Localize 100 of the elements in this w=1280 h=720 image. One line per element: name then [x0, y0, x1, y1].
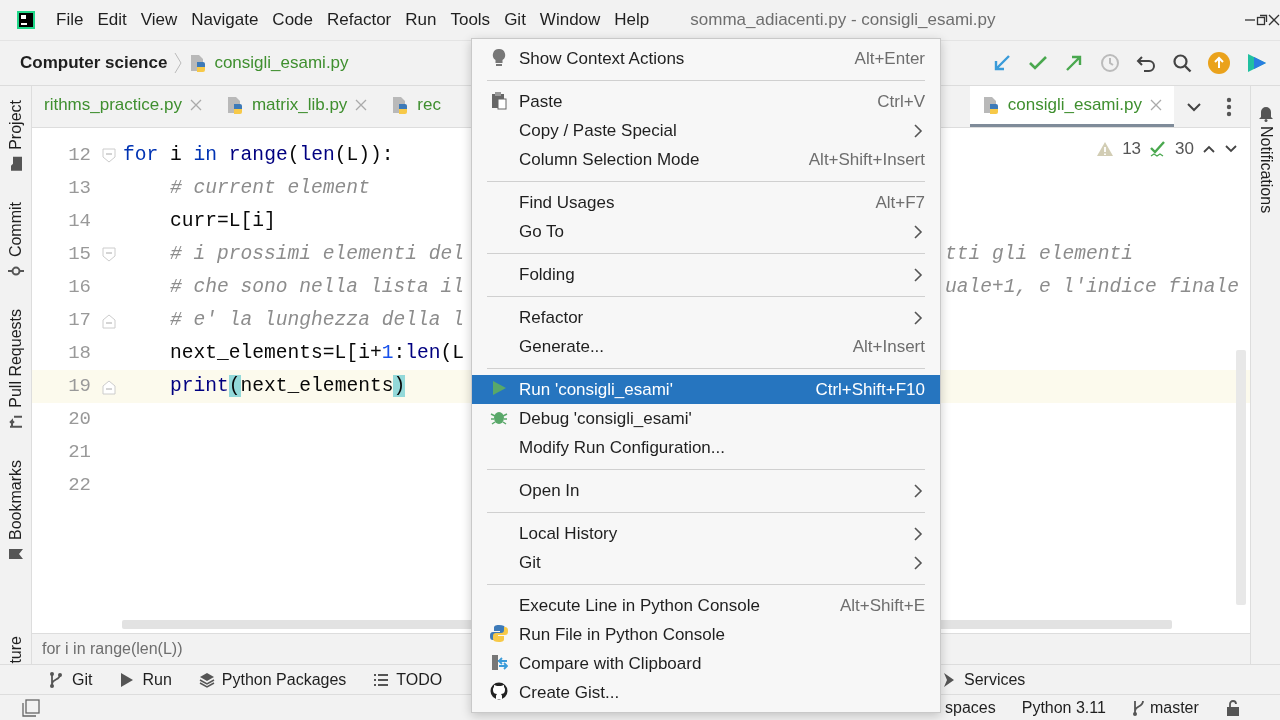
logo-icon[interactable] [1246, 52, 1268, 74]
typo-count: 30 [1175, 138, 1194, 160]
python-icon [490, 624, 508, 643]
warning-icon [1096, 140, 1115, 157]
play-icon [490, 379, 508, 398]
code-line: curr=L[i] [169, 208, 277, 234]
side-tab[interactable]: Pull Requests [3, 308, 28, 430]
status-item[interactable]: spaces [945, 695, 996, 720]
menu-item[interactable]: Paste Ctrl+V [472, 87, 940, 116]
menu-item[interactable]: Run 'consigli_esami' Ctrl+Shift+F10 [472, 375, 940, 404]
chevron-icon [173, 52, 184, 74]
undo-icon[interactable] [1136, 53, 1156, 73]
menu-item[interactable]: Debug 'consigli_esami' [472, 404, 940, 433]
editor-tab[interactable]: consigli_esami.py [969, 86, 1174, 127]
window-title: somma_adiacenti.py - consigli_esami.py [690, 9, 996, 32]
fold-marker-icon[interactable] [102, 246, 116, 263]
editor-tab[interactable]: rec [379, 86, 453, 127]
code-line: print(next_elements) [169, 373, 407, 399]
side-tab[interactable]: ture [3, 636, 28, 664]
search-icon[interactable] [1172, 53, 1192, 73]
python-file-icon [189, 53, 208, 73]
menu-item[interactable]: Show Context Actions Alt+Enter [472, 44, 940, 73]
menu-item[interactable]: Local History [472, 519, 940, 548]
side-tab[interactable]: Project [3, 100, 28, 172]
menu-item[interactable]: Compare with Clipboard [472, 649, 940, 678]
editor-tab[interactable]: rithms_practice.py [32, 86, 214, 127]
fold-marker-icon[interactable] [102, 312, 116, 329]
menu-item[interactable]: Window [532, 7, 608, 33]
tool-window-button[interactable]: TODO [372, 667, 443, 692]
menu-item[interactable]: Create Gist... [472, 678, 940, 707]
tool-window-button[interactable]: Git [48, 667, 93, 692]
line-number: 12 [67, 143, 92, 168]
code-line: # e' la lunghezza della l [169, 307, 465, 333]
menu-item[interactable]: Run File in Python Console [472, 620, 940, 649]
menu-item[interactable]: Execute Line in Python Console Alt+Shift+E [472, 591, 940, 620]
line-number: 16 [67, 275, 92, 300]
app-logo-icon [17, 11, 35, 29]
line-number: 14 [67, 209, 92, 234]
menu-item[interactable]: Edit [90, 7, 134, 33]
menu-item[interactable]: Code [265, 7, 320, 33]
compare-icon [490, 653, 508, 672]
line-number: 22 [67, 473, 92, 498]
close-icon[interactable] [1268, 14, 1280, 26]
line-number: 13 [67, 176, 92, 201]
menu-item[interactable]: Navigate [184, 7, 266, 33]
update-arrow-icon[interactable] [992, 53, 1012, 73]
status-item[interactable]: Python 3.11 [1021, 695, 1106, 720]
branch-icon [1131, 698, 1146, 717]
more-icon[interactable] [1226, 96, 1232, 117]
menu-item[interactable]: Refactor [472, 303, 940, 332]
file-name[interactable]: consigli_esami.py [214, 50, 349, 76]
side-tab[interactable]: Notifications [1253, 126, 1278, 214]
menu-item[interactable]: Go To [472, 217, 940, 246]
upload-circle-icon[interactable] [1208, 52, 1230, 74]
clock-icon[interactable] [1100, 53, 1120, 73]
pull-request-icon [7, 413, 24, 430]
menu-item[interactable]: Git [497, 7, 533, 33]
menu-item[interactable]: Help [607, 7, 657, 33]
status-item[interactable]: master [1131, 695, 1199, 720]
line-number: 15 [67, 242, 92, 267]
code-line: next_elements=L[i+1:len(L [169, 340, 465, 366]
layers-icon [197, 670, 216, 689]
layout-icon[interactable] [22, 698, 40, 717]
line-number: 17 [67, 308, 92, 333]
menu-item[interactable]: File [49, 7, 91, 33]
push-arrow-icon[interactable] [1064, 53, 1084, 73]
code-line: tti gli elementi [944, 241, 1135, 267]
menu-item[interactable]: Modify Run Configuration... [472, 433, 940, 462]
line-number: 18 [67, 341, 92, 366]
typo-check-icon [1149, 139, 1168, 158]
project-name[interactable]: Computer science [20, 50, 168, 76]
side-tab[interactable]: Commit [3, 201, 28, 279]
editor-tab[interactable]: matrix_lib.py [213, 86, 380, 127]
line-number: 20 [67, 407, 92, 432]
side-tab[interactable]: Bookmarks [3, 459, 28, 562]
python-file-icon [225, 95, 244, 115]
menu-item[interactable]: Open In [472, 476, 940, 505]
code-line: for i in range(len(L)): [123, 142, 395, 168]
menu-item[interactable]: Folding [472, 260, 940, 289]
menu-item[interactable]: Refactor [320, 7, 399, 33]
menu-item[interactable]: Copy / Paste Special [472, 116, 940, 145]
menu-item[interactable]: Run [398, 7, 444, 33]
warning-count: 13 [1122, 138, 1142, 160]
tool-window-button[interactable]: Run [118, 667, 172, 692]
lock-icon[interactable] [1224, 698, 1241, 717]
menu-item[interactable]: Column Selection Mode Alt+Shift+Insert [472, 145, 940, 174]
menu-item[interactable]: View [133, 7, 185, 33]
bulb-icon [490, 48, 508, 67]
fold-marker-icon[interactable] [102, 147, 116, 164]
code-line: # i prossimi elementi del [169, 241, 465, 267]
fold-marker-icon[interactable] [102, 378, 116, 395]
restore-icon[interactable] [1256, 14, 1268, 26]
menu-item[interactable]: Find Usages Alt+F7 [472, 188, 940, 217]
menu-item[interactable]: Git [472, 548, 940, 577]
menu-item[interactable]: Generate... Alt+Insert [472, 332, 940, 361]
tool-window-button[interactable]: Services [940, 667, 1026, 692]
menu-item[interactable]: Tools [443, 7, 498, 33]
tool-window-button[interactable]: Python Packages [197, 667, 347, 692]
code-line: # che sono nella lista il [169, 274, 465, 300]
code-line: uale+1, e l'indice finale [944, 274, 1240, 300]
